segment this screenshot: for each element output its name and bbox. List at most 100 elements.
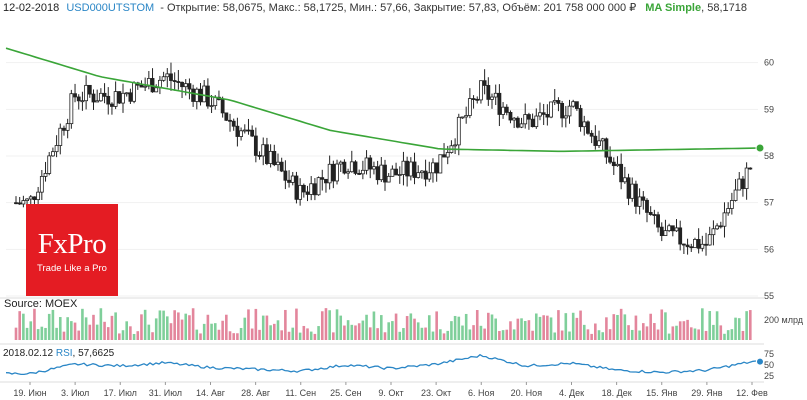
volume-bar	[106, 327, 110, 340]
candle-body	[597, 140, 601, 146]
candle-body	[560, 103, 565, 119]
volume-bar	[261, 315, 265, 340]
candle-body	[69, 93, 74, 125]
candle-body	[615, 163, 620, 167]
volume-bar	[420, 327, 424, 340]
candle-body	[549, 101, 553, 118]
x-tick-label: 31. Июл	[149, 388, 182, 398]
y-tick-label: 58	[764, 151, 774, 161]
candle-body	[681, 243, 686, 246]
volume-bar	[247, 309, 250, 340]
volume-bar	[165, 316, 169, 340]
candle-body	[545, 114, 550, 118]
candle-body	[689, 246, 694, 249]
volume-bar	[350, 324, 354, 340]
candle-body	[287, 179, 291, 183]
candle-body	[715, 225, 719, 230]
candle-body	[416, 172, 421, 178]
volume-bar	[645, 326, 649, 340]
candle-body	[582, 121, 587, 128]
volume-bar	[158, 310, 162, 340]
x-tick-label: 29. Янв	[691, 388, 722, 398]
volume-bar	[368, 327, 372, 340]
candle-body	[589, 132, 594, 137]
volume-bar	[317, 326, 320, 340]
candle-body	[464, 115, 469, 118]
rsi-label[interactable]: RSI	[56, 348, 73, 359]
candle-body	[733, 189, 738, 201]
volume-bar	[280, 330, 283, 340]
volume-bar	[586, 329, 590, 340]
candle-body	[508, 112, 513, 121]
volume-bar	[630, 329, 634, 340]
candle-body	[431, 162, 435, 174]
volume-bar	[173, 310, 176, 340]
x-tick-label: 19. Июн	[13, 388, 46, 398]
volume-bar	[516, 318, 520, 340]
volume-bar	[195, 329, 199, 340]
candle-body	[169, 73, 173, 81]
volume-bar	[239, 327, 243, 340]
candle-body	[571, 101, 576, 107]
candle-body	[235, 125, 240, 137]
volume-bar	[33, 308, 36, 340]
volume-bar	[162, 310, 165, 340]
candle-body	[253, 135, 258, 156]
x-tick-label: 4. Дек	[559, 388, 584, 398]
x-tick-label: 28. Авг	[241, 388, 271, 398]
volume-bar	[564, 313, 568, 340]
candle-body	[36, 191, 41, 201]
candle-body	[143, 85, 148, 88]
volume-bar	[206, 314, 210, 340]
candle-body	[283, 170, 288, 181]
volume-bar	[391, 321, 394, 340]
volume-bar	[324, 308, 328, 340]
candle-body	[180, 81, 184, 88]
volume-bar	[306, 328, 309, 340]
volume-bar	[92, 314, 95, 340]
volume-bar	[335, 309, 339, 340]
volume-bar	[675, 325, 678, 340]
volume-bar	[73, 322, 77, 340]
volume-bar	[236, 333, 239, 340]
candle-body	[744, 167, 749, 190]
candle-body	[652, 214, 657, 216]
candle-body	[630, 183, 635, 199]
price-chart[interactable]: 60 59 58 57 56 55 19. Июн 3. Июл 17. Июл 31. Июл 1…	[0, 0, 807, 400]
candle-body	[106, 95, 111, 105]
candle-body	[419, 170, 424, 174]
candle-body	[626, 177, 631, 199]
candle-body	[501, 106, 505, 115]
volume-bar	[313, 333, 317, 340]
volume-bar	[184, 313, 188, 340]
candle-body	[593, 135, 598, 146]
candle-body	[394, 168, 398, 176]
volume-bar	[287, 331, 291, 340]
candle-body	[165, 73, 170, 78]
volume-bar	[612, 314, 616, 340]
candle-body	[604, 138, 609, 158]
volume-bar	[715, 311, 719, 340]
volume-bar	[608, 329, 612, 340]
volume-bar	[29, 321, 33, 340]
candle-body	[39, 176, 44, 193]
candle-body	[479, 80, 483, 101]
candle-body	[191, 88, 196, 102]
candle-body	[43, 173, 48, 177]
volume-bar	[616, 314, 619, 340]
volume-bar	[461, 325, 464, 340]
candle-body	[161, 76, 166, 81]
candle-body	[117, 91, 122, 104]
volume-bar	[527, 320, 531, 340]
candle-body	[65, 123, 70, 131]
candle-body	[375, 166, 380, 181]
volume-bar	[121, 330, 125, 340]
volume-bar	[501, 330, 505, 340]
volume-bar	[47, 313, 51, 340]
volume-bar	[730, 329, 734, 340]
candle-body	[619, 163, 624, 183]
candle-body	[379, 164, 384, 181]
volume-bar	[291, 327, 295, 340]
candle-body	[611, 161, 616, 167]
volume-bar	[534, 313, 538, 340]
